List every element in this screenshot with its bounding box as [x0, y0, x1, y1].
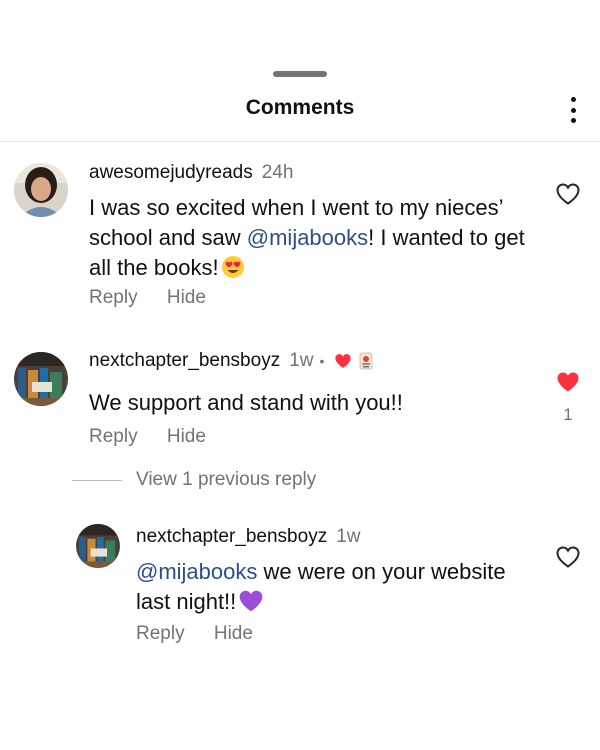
comment-actions: Reply Hide [89, 287, 206, 309]
purple-heart-emoji [238, 589, 264, 621]
username[interactable]: awesomejudyreads [89, 162, 253, 184]
reply-button[interactable]: Reply [89, 287, 138, 308]
avatar[interactable] [76, 524, 120, 568]
sheet-handle[interactable] [273, 71, 327, 77]
reply-button[interactable]: Reply [89, 426, 138, 447]
like-count: 1 [563, 405, 573, 424]
view-previous-replies[interactable]: View 1 previous reply [72, 469, 316, 491]
comment-header: nextchapter_bensboyz 1w [136, 526, 360, 548]
hide-button[interactable]: Hide [167, 426, 206, 447]
header-divider [0, 141, 600, 142]
like-heart-icon[interactable] [556, 183, 580, 205]
replies-line [72, 479, 122, 481]
page-title: Comments [245, 96, 355, 119]
like-heart-filled-icon[interactable] [556, 371, 580, 393]
comment-actions: Reply Hide [89, 426, 206, 448]
comment-text: I was so excited when I went to my niece… [89, 193, 539, 287]
username[interactable]: nextchapter_bensboyz [89, 350, 280, 372]
avatar[interactable] [14, 163, 68, 217]
timestamp: 24h [261, 162, 294, 183]
comment-header: nextchapter_bensboyz 1w • [89, 350, 374, 372]
comment-text: We support and stand with you!! [89, 390, 403, 415]
like-heart-icon[interactable] [556, 546, 580, 568]
avatar[interactable] [14, 352, 68, 406]
creator-liked-heart-icon [334, 353, 352, 369]
heart-eyes-emoji [221, 255, 245, 287]
mention-link[interactable]: @mijabooks [247, 225, 368, 250]
view-replies-label: View 1 previous reply [136, 469, 317, 490]
comment-actions: Reply Hide [136, 623, 253, 645]
timestamp: 1w [289, 350, 314, 371]
creator-avatar-icon [358, 352, 374, 370]
username[interactable]: nextchapter_bensboyz [136, 526, 327, 548]
hide-button[interactable]: Hide [167, 287, 206, 308]
separator-dot: • [319, 353, 325, 369]
hide-button[interactable]: Hide [214, 623, 253, 644]
reply-button[interactable]: Reply [136, 623, 185, 644]
comment-text: @mijabooks we were on your website last … [136, 557, 546, 621]
comment-header: awesomejudyreads 24h [89, 162, 293, 184]
mention-link[interactable]: @mijabooks [136, 559, 257, 584]
more-options-icon[interactable] [563, 97, 583, 123]
timestamp: 1w [336, 526, 361, 547]
